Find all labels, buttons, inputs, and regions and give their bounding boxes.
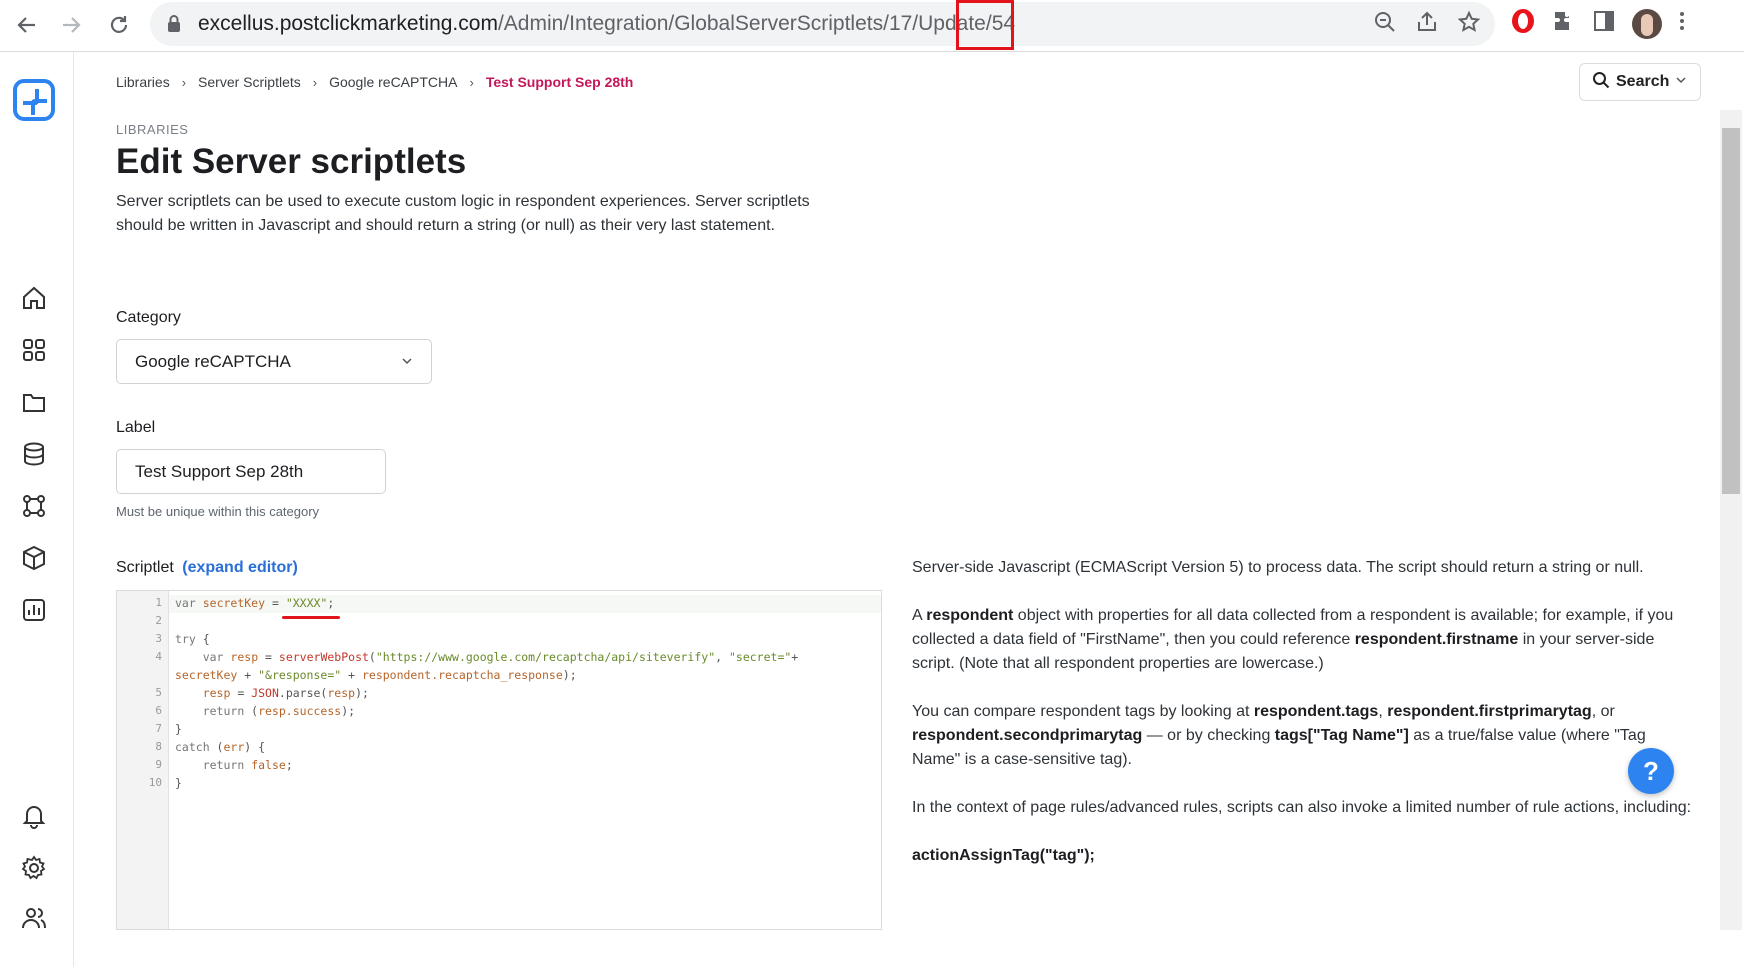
line-number: 10 [148, 776, 162, 789]
opera-icon[interactable] [1510, 8, 1536, 39]
scrollbar-thumb[interactable] [1722, 128, 1740, 494]
code-line: return (resp.success); [202, 704, 356, 718]
label-field-label: Label [116, 419, 156, 436]
help-paragraph: You can compare respondent tags by looki… [912, 703, 1646, 768]
help-text: Server-side Javascript (ECMAScript Versi… [912, 556, 1692, 892]
back-icon[interactable] [10, 8, 44, 42]
database-icon[interactable] [20, 440, 48, 468]
label-hint: Must be unique within this category [116, 504, 320, 519]
scriptlet-label: Scriptlet (expand editor) [116, 559, 298, 577]
page-title: Edit Server scriptlets [116, 142, 467, 181]
help-paragraph: Server-side Javascript (ECMAScript Versi… [912, 559, 1644, 576]
breadcrumb-server-scriptlets[interactable]: Server Scriptlets [198, 74, 301, 90]
search-button[interactable]: Search [1579, 63, 1701, 101]
category-value: Google reCAPTCHA [135, 351, 291, 371]
users-icon[interactable] [20, 904, 48, 932]
code-line: try { [175, 632, 210, 646]
code-line: return false; [202, 758, 293, 772]
line-number: 4 [155, 650, 162, 663]
help-paragraph: In the context of page rules/advanced ru… [912, 799, 1692, 816]
cube-icon[interactable] [20, 544, 48, 572]
forward-icon[interactable] [54, 8, 88, 42]
line-number-gutter: 1 2 3 4 5 6 7 8 9 10 [117, 591, 169, 929]
line-number: 8 [155, 740, 162, 753]
search-label: Search [1616, 73, 1670, 90]
page-eyebrow: LIBRARIES [116, 122, 189, 137]
line-number: 9 [155, 758, 162, 771]
code-line: secretKey + "&response=" + respondent.re… [175, 668, 577, 682]
chevron-right-icon: › [312, 74, 318, 90]
page-scrollbar[interactable] [1720, 110, 1742, 930]
help-button[interactable]: ? [1628, 748, 1674, 794]
zoom-icon[interactable] [1373, 10, 1397, 39]
help-code-example: actionAssignTag("tag"); [912, 847, 1095, 864]
line-number: 2 [155, 614, 162, 627]
label-input[interactable] [116, 449, 386, 494]
url-host: excellus.postclickmarketing.com [198, 12, 498, 35]
extensions-icon[interactable] [1552, 9, 1576, 38]
help-paragraph: A respondent object with properties for … [912, 607, 1674, 672]
more-menu-icon[interactable] [1678, 9, 1686, 38]
code-editor[interactable]: 1 2 3 4 5 6 7 8 9 10 var secretKey = "XX… [116, 590, 882, 930]
breadcrumb-current: Test Support Sep 28th [485, 74, 634, 90]
bell-icon[interactable] [20, 802, 48, 830]
chevron-right-icon: › [181, 74, 187, 90]
code-line: } [175, 776, 182, 790]
code-line: catch (err) { [175, 740, 266, 754]
line-number: 7 [155, 722, 162, 735]
breadcrumb: Libraries › Server Scriptlets › Google r… [116, 74, 633, 90]
lock-icon [166, 14, 182, 39]
line-number: 1 [155, 596, 162, 609]
analytics-icon[interactable] [20, 596, 48, 624]
category-label: Category [116, 309, 181, 326]
line-number: 6 [155, 704, 162, 717]
url-path: /Admin/Integration/GlobalServerScriptlet… [497, 12, 1016, 35]
home-icon[interactable] [20, 284, 48, 312]
url-text: excellus.postclickmarketing.com/Admin/In… [198, 12, 1015, 36]
breadcrumb-category[interactable]: Google reCAPTCHA [329, 74, 457, 90]
scriptlet-label-text: Scriptlet [116, 559, 174, 576]
annotation-underline [282, 616, 340, 619]
category-select[interactable]: Google reCAPTCHA [116, 339, 432, 384]
expand-editor-link[interactable]: (expand editor) [182, 559, 298, 576]
main-content: Libraries › Server Scriptlets › Google r… [74, 52, 1742, 967]
sidepanel-icon[interactable] [1592, 9, 1616, 38]
page-intro: Server scriptlets can be used to execute… [116, 193, 810, 234]
line-number: 3 [155, 632, 162, 645]
integrations-icon[interactable] [20, 492, 48, 520]
app-logo[interactable] [13, 79, 55, 121]
star-icon[interactable] [1457, 10, 1481, 39]
code-line: } [175, 722, 182, 736]
code-line: var secretKey = "XXXX"; [175, 596, 335, 610]
browser-toolbar: excellus.postclickmarketing.com/Admin/In… [0, 0, 1744, 52]
breadcrumb-libraries[interactable]: Libraries [116, 74, 170, 90]
dashboard-grid-icon[interactable] [20, 336, 48, 364]
chevron-down-icon [1675, 73, 1687, 91]
line-number: 5 [155, 686, 162, 699]
reload-icon[interactable] [102, 8, 136, 42]
address-bar[interactable]: excellus.postclickmarketing.com/Admin/In… [150, 2, 1495, 46]
app-sidebar [0, 52, 74, 967]
folder-icon[interactable] [20, 388, 48, 416]
profile-avatar[interactable] [1632, 8, 1662, 39]
chevron-right-icon: › [469, 74, 474, 90]
code-line: var resp = serverWebPost("https://www.go… [202, 650, 799, 664]
settings-gear-icon[interactable] [20, 854, 48, 882]
url-highlight-box [956, 0, 1014, 50]
search-icon [1592, 71, 1610, 94]
chevron-down-icon [401, 352, 413, 372]
code-line: resp = JSON.parse(resp); [202, 686, 369, 700]
share-icon[interactable] [1415, 10, 1439, 39]
